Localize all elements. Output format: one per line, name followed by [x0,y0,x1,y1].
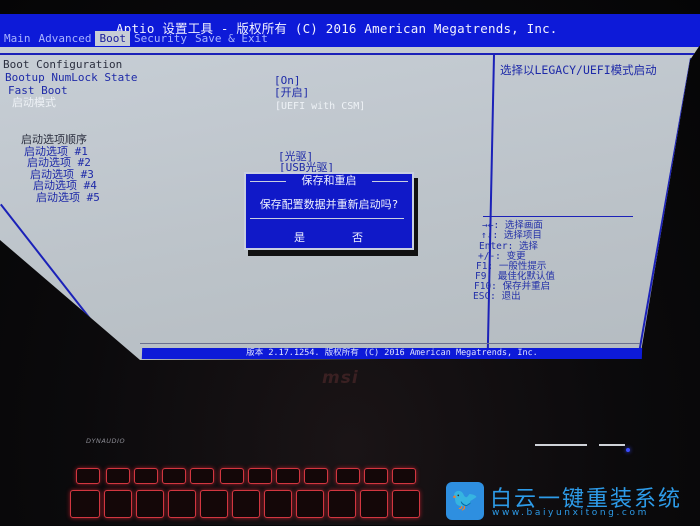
key-f10 [364,468,388,484]
key-f3 [162,468,186,484]
key-f2 [134,468,158,484]
key-f5 [220,468,244,484]
key-2 [136,490,164,518]
key-f9 [336,468,360,484]
twitter-bird-icon: 🐦 [446,482,484,520]
help-key-esc: ESC: 退出 [473,291,521,302]
key-7 [296,490,324,518]
dialog-separator [250,218,404,219]
save-restart-dialog: 保存和重启 保存配置数据并重新启动吗? 是 否 [244,172,414,250]
setting-bootmode-label[interactable]: 启动模式 [12,97,56,109]
content-top-border [0,53,700,55]
dialog-message: 保存配置数据并重新启动吗? [259,198,399,211]
key-f11 [392,468,416,484]
panel-divider [486,55,495,350]
tab-advanced[interactable]: Advanced [35,31,96,46]
no-button[interactable]: 否 [352,229,363,245]
watermark-url: www.baiyunxitong.com [492,508,649,518]
key-6 [264,490,292,518]
tab-bar: Main Advanced Boot Security Save & Exit [0,31,272,46]
key-f4 [190,468,214,484]
key-9 [360,490,388,518]
setting-numlock-label[interactable]: Bootup NumLock State [5,72,137,84]
help-divider [483,216,633,217]
help-description: 选择以LEGACY/UEFI模式启动 [500,63,657,77]
key-0 [392,490,420,518]
key-tilde [70,490,100,518]
watermark: 🐦 白云一键重装系统 www.baiyunxitong.com [446,482,696,522]
key-3 [168,490,196,518]
indicator-light-right [599,444,625,446]
tab-main[interactable]: Main [0,31,35,46]
key-1 [104,490,132,518]
section-title: Boot Configuration [3,58,123,71]
key-5 [232,490,260,518]
msi-logo: msi [322,368,359,388]
tab-save-exit[interactable]: Save & Exit [191,31,272,46]
key-f8 [304,468,328,484]
dynaudio-logo: DYNAUDIO [86,437,126,445]
power-led [626,448,630,452]
bios-footer: 版本 2.17.1254. 版权所有 (C) 2016 American Meg… [141,348,643,359]
key-esc [76,468,100,484]
key-4 [200,490,228,518]
yes-button[interactable]: 是 [294,229,305,245]
indicator-light-left [535,444,587,446]
key-f6 [248,468,272,484]
tab-security[interactable]: Security [130,31,191,46]
key-8 [328,490,356,518]
boot-option-5-label[interactable]: 启动选项 #5 [36,192,100,204]
tab-boot[interactable]: Boot [95,31,130,46]
setting-bootmode-value[interactable]: [UEFI with CSM] [275,101,365,113]
key-f7 [276,468,300,484]
key-f1 [106,468,130,484]
content-bottom-border [140,343,640,344]
dialog-title-rule-right [372,181,408,182]
setting-fastboot-value[interactable]: [开启] [274,87,309,99]
help-key-item: ↑↓: 选择项目 [481,230,542,241]
